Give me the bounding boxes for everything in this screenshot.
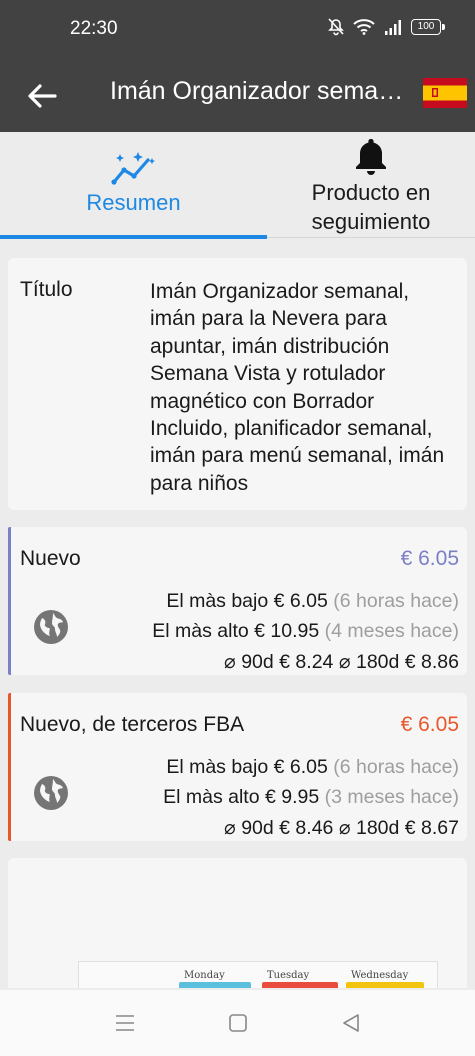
color-strip	[179, 982, 251, 988]
highest-value: € 10.95	[254, 620, 320, 642]
tab-bar: Resumen Producto en seguimiento	[0, 132, 475, 239]
back-arrow-icon[interactable]	[22, 76, 62, 116]
lowest-label: El màs bajo	[166, 756, 269, 778]
lowest-price-row: El màs bajo € 6.05 (6 horas hace)	[166, 590, 459, 613]
tab-producto-label: Producto en seguimiento	[311, 180, 431, 234]
day-label: Monday	[184, 970, 225, 981]
avg180-value: € 8.67	[404, 817, 459, 839]
avg180-value: € 8.86	[404, 651, 459, 673]
lowest-label: El màs bajo	[166, 590, 269, 612]
avg180-label: ⌀ 180d	[338, 817, 400, 839]
product-title-value: Imán Organizador semanal, imán para la N…	[150, 280, 445, 495]
current-price: € 6.05	[400, 713, 459, 736]
battery-icon: 100	[411, 19, 445, 35]
highest-when: (4 meses hace)	[324, 620, 459, 642]
tab-producto-en-seguimiento[interactable]: Producto en seguimiento	[267, 132, 475, 238]
lowest-price-row: El màs bajo € 6.05 (6 horas hace)	[166, 756, 459, 779]
bell-icon	[356, 139, 386, 175]
lowest-when: (6 horas hace)	[333, 590, 459, 612]
day-label: Tuesday	[267, 970, 310, 981]
highest-label: El màs alto	[163, 786, 260, 808]
highest-price-row: El màs alto € 9.95 (3 meses hace)	[163, 786, 459, 809]
menu-icon[interactable]	[114, 1013, 136, 1033]
avg90-value: € 8.46	[279, 817, 334, 839]
avg90-label: ⌀ 90d	[224, 817, 274, 839]
status-bar: 22:30 100	[0, 0, 475, 60]
product-image-card[interactable]: Monday Tuesday Wednesday	[8, 858, 467, 988]
average-price-row: ⌀ 90d € 8.24 ⌀ 180d € 8.86	[224, 650, 459, 674]
title-label: Título	[20, 278, 73, 301]
wifi-icon	[353, 19, 375, 35]
product-image: Monday Tuesday Wednesday	[78, 961, 438, 988]
lowest-value: € 6.05	[273, 756, 328, 778]
trend-sparkle-icon	[110, 152, 155, 185]
globe-icon	[34, 610, 68, 644]
tab-selected-indicator	[0, 235, 267, 239]
highest-label: El màs alto	[152, 620, 249, 642]
spain-flag-icon[interactable]	[423, 78, 467, 108]
accent-bar	[8, 693, 11, 841]
price-type-name: Nuevo	[20, 547, 81, 570]
color-strip	[262, 982, 338, 988]
current-price: € 6.05	[400, 547, 459, 570]
avg180-label: ⌀ 180d	[338, 651, 400, 673]
status-icons: 100	[328, 18, 445, 36]
lowest-when: (6 horas hace)	[333, 756, 459, 778]
average-price-row: ⌀ 90d € 8.46 ⌀ 180d € 8.67	[224, 816, 459, 840]
nav-back-icon[interactable]	[341, 1013, 361, 1033]
globe-icon	[34, 776, 68, 810]
system-nav-bar	[0, 990, 475, 1056]
lowest-value: € 6.05	[273, 590, 328, 612]
highest-when: (3 meses hace)	[324, 786, 459, 808]
price-card-nuevo[interactable]: Nuevo € 6.05 El màs bajo € 6.05 (6 horas…	[8, 527, 467, 675]
tab-resumen[interactable]: Resumen	[0, 132, 267, 239]
status-time: 22:30	[70, 18, 118, 39]
avg90-label: ⌀ 90d	[224, 651, 274, 673]
home-icon[interactable]	[228, 1013, 248, 1033]
price-card-fba[interactable]: Nuevo, de terceros FBA € 6.05 El màs baj…	[8, 693, 467, 841]
day-label: Wednesday	[351, 970, 409, 981]
color-strip	[346, 982, 424, 988]
highest-value: € 9.95	[264, 786, 320, 808]
avg90-value: € 8.24	[279, 651, 334, 673]
signal-icon	[385, 20, 401, 35]
tab-resumen-label: Resumen	[86, 190, 181, 215]
app-bar: Imán Organizador semanal, imán para la N…	[0, 60, 475, 132]
accent-bar	[8, 527, 11, 675]
bell-muted-icon	[328, 18, 344, 36]
title-card: Título Imán Organizador semanal, imán pa…	[8, 258, 467, 510]
highest-price-row: El màs alto € 10.95 (4 meses hace)	[152, 620, 459, 643]
price-type-name: Nuevo, de terceros FBA	[20, 713, 245, 736]
page-title: Imán Organizador semanal, imán para la N…	[110, 77, 410, 105]
